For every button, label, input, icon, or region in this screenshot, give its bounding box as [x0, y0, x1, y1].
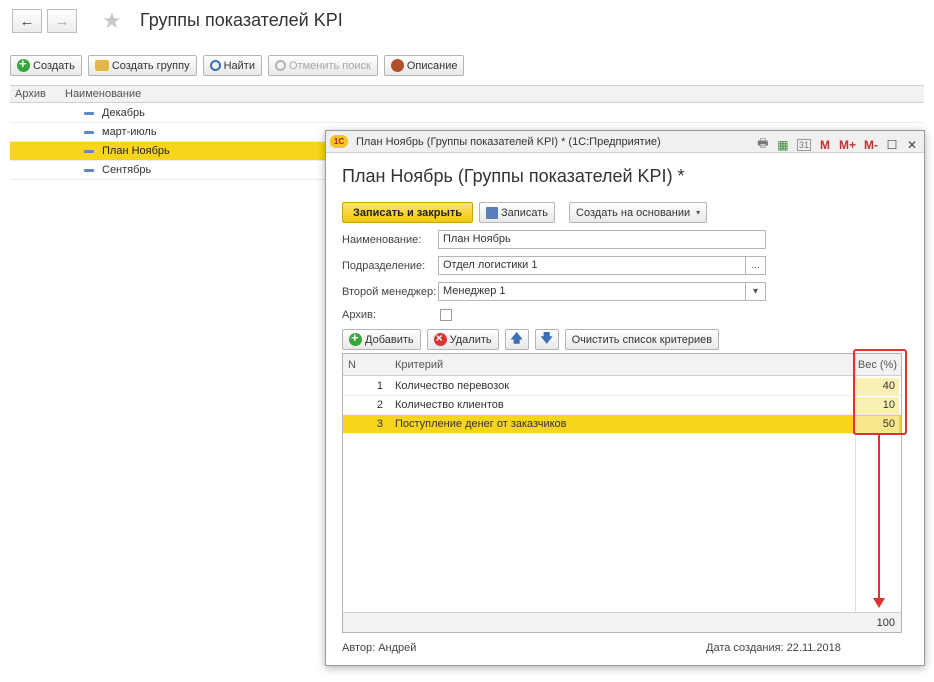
- author-label: Автор: Андрей: [342, 642, 417, 654]
- cancel-search-button[interactable]: Отменить поиск: [267, 55, 378, 76]
- find-label: Найти: [223, 59, 255, 72]
- list-item-name: Сентябрь: [102, 164, 152, 176]
- annotation-highlight-box: [853, 349, 907, 435]
- row-criterion: Поступление денег от заказчиков: [395, 418, 567, 430]
- window-title: План Ноябрь (Группы показателей KPI) * (…: [356, 136, 661, 148]
- delete-criterion-button[interactable]: Удалить: [426, 329, 499, 350]
- arrow-left-icon: ←: [19, 12, 35, 30]
- create-based-on-button[interactable]: Создать на основании ▾: [569, 202, 708, 223]
- annotation-arrow-head-icon: [873, 598, 885, 608]
- column-archive[interactable]: Архив: [15, 88, 46, 100]
- window-titlebar[interactable]: 1С План Ноябрь (Группы показателей KPI) …: [326, 131, 924, 153]
- calculator-icon[interactable]: ▦: [777, 138, 789, 152]
- create-group-button[interactable]: Создать группу: [87, 55, 197, 76]
- arrow-up-icon: 🡅: [510, 331, 523, 345]
- item-icon: [84, 131, 94, 134]
- department-field[interactable]: Отдел логистики 1: [438, 256, 746, 275]
- save-icon: [486, 206, 499, 219]
- name-label: Наименование:: [342, 234, 422, 246]
- create-group-label: Создать группу: [111, 59, 190, 72]
- table-row[interactable]: 1 Количество перевозок 40: [343, 377, 901, 396]
- column-name[interactable]: Наименование: [65, 88, 141, 100]
- memory-mminus-icon[interactable]: M-: [864, 138, 878, 152]
- save-and-close-button[interactable]: Записать и закрыть: [342, 202, 474, 223]
- close-icon[interactable]: ✕: [906, 138, 918, 152]
- form-toolbar: Записать и закрыть Записать Создать на о…: [342, 202, 708, 223]
- move-up-button[interactable]: 🡅: [504, 329, 529, 350]
- folder-icon: [94, 60, 109, 71]
- list-header: Архив Наименование: [10, 85, 924, 103]
- table-row[interactable]: 2 Количество клиентов 10: [343, 396, 901, 415]
- arrow-down-icon: 🡇: [540, 331, 553, 345]
- row-number: 2: [376, 399, 383, 411]
- creation-date-label: Дата создания: 22.11.2018: [706, 642, 841, 654]
- create-label: Создать: [33, 59, 75, 72]
- search-icon: [209, 60, 221, 71]
- print-icon[interactable]: 🖶: [757, 134, 769, 155]
- memory-mplus-icon[interactable]: M+: [839, 138, 856, 152]
- archive-label: Архив:: [342, 309, 376, 321]
- list-toolbar: Создать Создать группу Найти Отменить по…: [10, 55, 465, 76]
- list-item[interactable]: Декабрь: [10, 104, 924, 123]
- name-field[interactable]: План Ноябрь: [438, 230, 766, 249]
- criteria-toolbar: Добавить Удалить 🡅 🡇 Очистить список кри…: [342, 329, 720, 350]
- item-icon: [84, 150, 94, 153]
- department-select-button[interactable]: ...: [745, 256, 766, 275]
- table-header: N Критерий Вес (%): [343, 354, 901, 376]
- search-cancel-icon: [274, 60, 286, 71]
- description-icon: [390, 59, 404, 72]
- manager-field[interactable]: Менеджер 1: [438, 282, 746, 301]
- list-item-name: март-июль: [102, 126, 157, 138]
- save-button[interactable]: Записать: [479, 202, 556, 223]
- weight-total: 100: [876, 617, 895, 629]
- add-label: Добавить: [365, 333, 414, 346]
- add-criterion-button[interactable]: Добавить: [342, 329, 421, 350]
- page-title: Группы показателей KPI: [140, 10, 343, 30]
- delete-icon: [433, 331, 447, 346]
- move-down-button[interactable]: 🡇: [534, 329, 559, 350]
- criteria-table: N Критерий Вес (%) 1 Количество перевозо…: [342, 353, 902, 633]
- delete-label: Удалить: [449, 333, 492, 346]
- department-label: Подразделение:: [342, 260, 426, 272]
- form-window: 1С План Ноябрь (Группы показателей KPI) …: [325, 130, 925, 666]
- list-item-name: Декабрь: [102, 107, 145, 119]
- description-label: Описание: [406, 59, 458, 72]
- chevron-down-icon: ▾: [696, 208, 701, 217]
- item-icon: [84, 169, 94, 172]
- back-button[interactable]: ←: [12, 9, 42, 33]
- clear-criteria-button[interactable]: Очистить список критериев: [564, 329, 720, 350]
- list-item-name: План Ноябрь: [102, 145, 170, 157]
- table-footer: 100: [343, 612, 901, 632]
- window-controls: 🖶 ▦ 31 M M+ M- ☐ ✕: [757, 134, 918, 155]
- description-button[interactable]: Описание: [383, 55, 465, 76]
- manager-label: Второй менеджер:: [342, 286, 437, 298]
- table-row-selected[interactable]: 3 Поступление денег от заказчиков 50: [343, 415, 901, 434]
- row-criterion: Количество перевозок: [395, 380, 510, 392]
- 1c-logo-icon: 1С: [330, 135, 348, 148]
- favorite-star-icon[interactable]: ★: [102, 8, 122, 34]
- create-button[interactable]: Создать: [10, 55, 82, 76]
- form-title: План Ноябрь (Группы показателей KPI) *: [342, 166, 685, 186]
- arrow-right-icon: →: [54, 12, 70, 30]
- create-based-label: Создать на основании: [576, 206, 691, 219]
- plus-icon: [17, 56, 30, 72]
- column-n[interactable]: N: [348, 359, 356, 371]
- row-number: 1: [376, 380, 383, 392]
- item-icon: [84, 112, 94, 115]
- column-criterion[interactable]: Критерий: [395, 359, 443, 371]
- calendar-icon[interactable]: 31: [796, 138, 811, 151]
- manager-dropdown-button[interactable]: ▾: [745, 282, 766, 301]
- forward-button[interactable]: →: [47, 9, 77, 33]
- row-number: 3: [376, 418, 383, 430]
- restore-icon[interactable]: ☐: [886, 138, 898, 152]
- annotation-arrow-line: [878, 435, 880, 600]
- cancel-search-label: Отменить поиск: [288, 59, 371, 72]
- archive-checkbox[interactable]: [440, 309, 452, 321]
- find-button[interactable]: Найти: [202, 55, 262, 76]
- save-label: Записать: [501, 206, 549, 219]
- memory-m-icon[interactable]: M: [819, 138, 831, 152]
- row-criterion: Количество клиентов: [395, 399, 504, 411]
- plus-icon: [349, 330, 362, 346]
